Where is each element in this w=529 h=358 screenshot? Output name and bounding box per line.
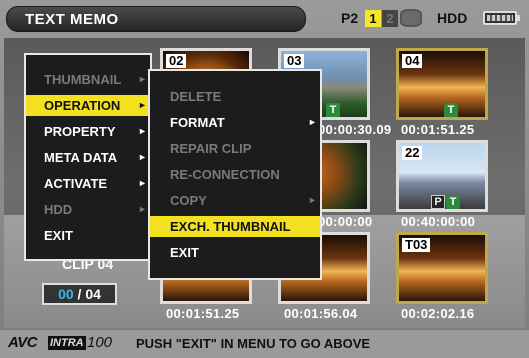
page-title: TEXT MEMO (25, 11, 119, 28)
menu-item-label: EXIT (44, 228, 73, 243)
thumbnail-t03[interactable]: T03 (396, 232, 488, 304)
submenu-arrow-icon: ► (138, 100, 147, 110)
menu-item-label: RE-CONNECTION (170, 167, 280, 182)
thumbnail-number: 22 (402, 146, 423, 160)
menu-item-label: PROPERTY (44, 124, 116, 139)
menu-item-label: ACTIVATE (44, 176, 108, 191)
thumbnail-number: T03 (402, 238, 431, 252)
menu-item-hdd: HDD ► (26, 199, 150, 220)
menu-item-thumbnail: THUMBNAIL ► (26, 69, 150, 90)
thumbnail-timecode: 00:01:51.25 (401, 122, 475, 137)
hdd-cylinder-icon (400, 9, 422, 27)
menu-item-label: OPERATION (44, 98, 121, 113)
text-memo-badge: T (326, 103, 340, 117)
menu-item-property[interactable]: PROPERTY ► (26, 121, 150, 142)
text-memo-badge: T (444, 103, 458, 117)
submenu-arrow-icon: ► (138, 152, 147, 162)
main-menu: THUMBNAIL ► OPERATION ► PROPERTY ► META … (24, 53, 152, 261)
thumbnail-number: 04 (402, 54, 423, 68)
text-memo-badge: T (446, 195, 460, 209)
p2-label: P2 (341, 10, 359, 26)
header-bar: TEXT MEMO (6, 6, 306, 32)
hdd-label: HDD (437, 10, 468, 26)
thumbnail-timecode: 00:02:02.16 (401, 306, 475, 321)
avc-intra-logo-100: 100 (87, 334, 113, 351)
clip-current-index: 00 (58, 286, 74, 302)
thumbnail-timecode: 00:40:00:00 (401, 214, 476, 229)
submenu-item-repair-clip: REPAIR CLIP (150, 138, 320, 159)
slot-2-indicator: 2 (382, 10, 398, 27)
submenu-item-format[interactable]: FORMAT ► (150, 112, 320, 133)
status-message: PUSH "EXIT" IN MENU TO GO ABOVE (136, 336, 371, 351)
thumbnail-timecode: 00:01:51.25 (166, 306, 240, 321)
slot-1-indicator: 1 (365, 10, 381, 27)
thumbnail-timecode: 00:00:30.09 (318, 122, 392, 137)
submenu-item-exch-thumbnail[interactable]: EXCH. THUMBNAIL (150, 216, 320, 237)
submenu-arrow-icon: ► (308, 195, 317, 205)
clip-counter: 00 / 04 (42, 283, 117, 305)
menu-item-meta-data[interactable]: META DATA ► (26, 147, 150, 168)
thumbnail-number: 02 (166, 54, 187, 68)
menu-item-exit[interactable]: EXIT (26, 225, 150, 246)
operation-submenu: DELETE FORMAT ► REPAIR CLIP RE-CONNECTIO… (148, 69, 322, 280)
thumbnail-04[interactable]: 04 T (396, 48, 488, 120)
camera-lcd-screen: TEXT MEMO P2 1 2 HDD 02 03 T 00:00:30.09… (0, 0, 529, 358)
submenu-item-exit[interactable]: EXIT (150, 242, 320, 263)
clip-counter-separator: / (73, 286, 86, 302)
menu-item-label: COPY (170, 193, 207, 208)
clip-total-count: 04 (85, 286, 101, 302)
submenu-item-re-connection: RE-CONNECTION (150, 164, 320, 185)
submenu-item-delete: DELETE (150, 86, 320, 107)
thumbnail-22[interactable]: 22 P T (396, 140, 488, 212)
submenu-arrow-icon: ► (138, 74, 147, 84)
submenu-arrow-icon: ► (308, 117, 317, 127)
menu-item-operation[interactable]: OPERATION ► (26, 95, 150, 116)
menu-item-label: FORMAT (170, 115, 225, 130)
menu-item-label: EXCH. THUMBNAIL (170, 219, 291, 234)
menu-item-label: HDD (44, 202, 73, 217)
avc-intra-logo-intra: INTRA (48, 336, 86, 350)
menu-item-label: DELETE (170, 89, 222, 104)
menu-item-label: THUMBNAIL (44, 72, 122, 87)
submenu-item-copy: COPY ► (150, 190, 320, 211)
battery-icon (483, 11, 517, 25)
submenu-arrow-icon: ► (138, 126, 147, 136)
battery-tip-icon (517, 15, 520, 21)
thumbnail-timecode: 00:00:00 (318, 214, 373, 229)
menu-item-label: META DATA (44, 150, 118, 165)
menu-item-label: EXIT (170, 245, 199, 260)
menu-item-activate[interactable]: ACTIVATE ► (26, 173, 150, 194)
thumbnail-timecode: 00:01:56.04 (284, 306, 358, 321)
submenu-arrow-icon: ► (138, 178, 147, 188)
menu-item-label: REPAIR CLIP (170, 141, 252, 156)
proxy-badge: P (431, 195, 445, 209)
submenu-arrow-icon: ► (138, 204, 147, 214)
thumbnail-number: 03 (284, 54, 305, 68)
avc-intra-logo: AVC (8, 334, 38, 351)
